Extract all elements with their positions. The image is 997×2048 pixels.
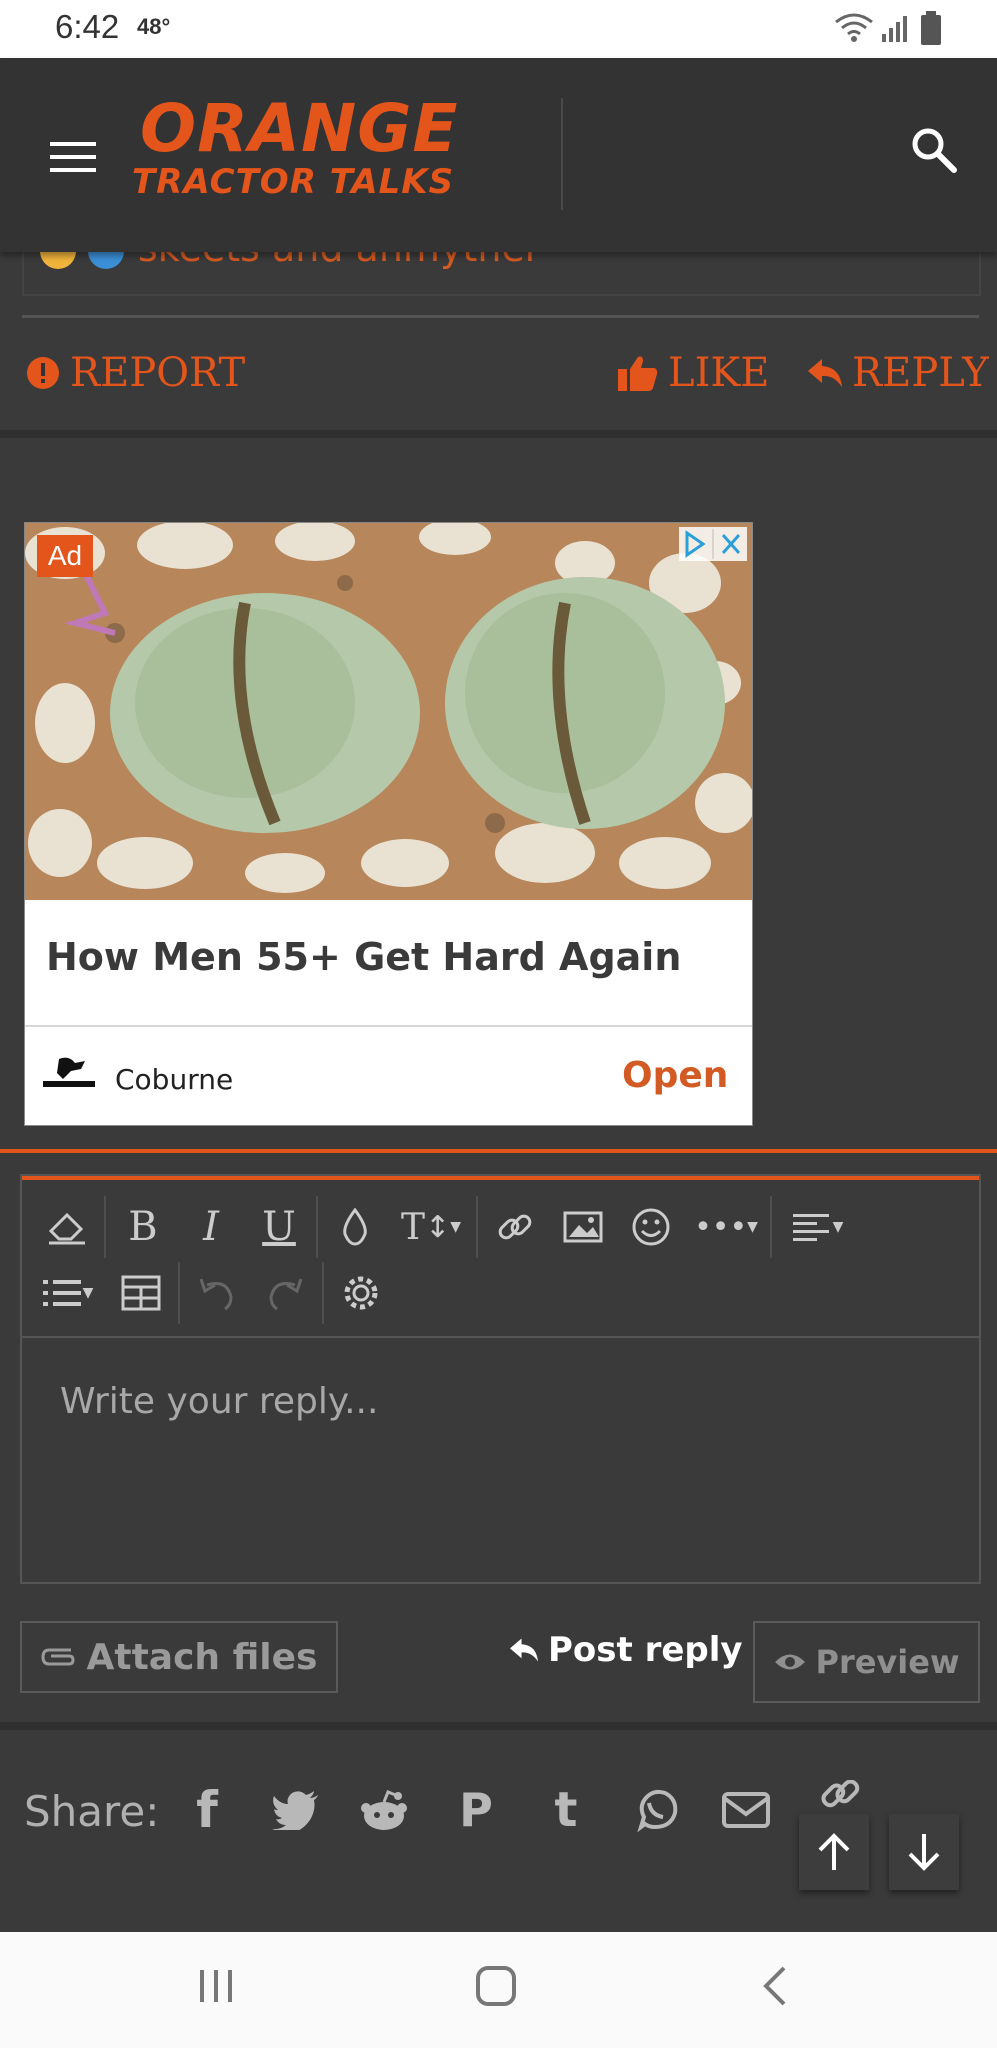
twitter-icon[interactable] [272, 1786, 320, 1834]
site-logo-tractor-talks[interactable]: TRACTOR TALKS [132, 162, 454, 202]
attach-files-label: Attach files [86, 1636, 318, 1678]
scroll-to-top-button[interactable] [799, 1814, 869, 1890]
system-nav-bar [0, 1932, 997, 2048]
reply-arrow-icon [808, 359, 842, 387]
site-header: ORANGE TRACTOR TALKS [0, 58, 997, 252]
smiley-icon[interactable] [620, 1196, 682, 1258]
eye-icon [775, 1654, 806, 1670]
preview-label: Preview [815, 1643, 960, 1681]
paperclip-icon [41, 1648, 75, 1666]
reply-textarea[interactable]: Write your reply... [60, 1381, 378, 1422]
reply-label: REPLY [852, 350, 989, 396]
text-color-icon[interactable] [324, 1196, 386, 1258]
list-icon[interactable]: ▼ [32, 1262, 104, 1324]
thumbs-up-icon [618, 356, 658, 391]
toolbar-separator [476, 1196, 478, 1258]
section-separator [0, 1722, 997, 1730]
preview-button[interactable]: Preview [753, 1621, 980, 1703]
ad-divider [25, 1025, 752, 1027]
arrow-down-icon [908, 1834, 940, 1871]
eraser-icon[interactable] [36, 1196, 98, 1258]
image-icon[interactable] [552, 1196, 614, 1258]
adchoices-icon[interactable] [679, 527, 747, 561]
status-bar: 6:42 48° [0, 0, 997, 58]
report-button[interactable]: REPORT [26, 350, 245, 396]
tumblr-icon[interactable]: t [542, 1782, 590, 1838]
arrow-up-icon [818, 1833, 850, 1870]
ad-title[interactable]: How Men 55+ Get Hard Again [46, 935, 681, 979]
editor-toolbar-row-1: B I U T ↕ ▼ ••• ▼ ▼ [36, 1196, 858, 1258]
ad-badge: Ad [37, 535, 93, 577]
ad-brand-name: Coburne [115, 1063, 234, 1096]
like-button[interactable]: LIKE [618, 350, 769, 396]
link-icon[interactable] [484, 1196, 546, 1258]
scroll-to-bottom-button[interactable] [889, 1814, 959, 1890]
header-divider [561, 98, 563, 210]
editor-toolbar-divider [22, 1336, 979, 1338]
whatsapp-icon[interactable] [632, 1786, 680, 1834]
italic-icon[interactable]: I [180, 1196, 242, 1258]
email-icon[interactable] [722, 1786, 770, 1834]
settings-icon[interactable] [330, 1262, 392, 1324]
underline-icon[interactable]: U [248, 1196, 310, 1258]
table-icon[interactable] [110, 1262, 172, 1324]
post-reply-label: Post reply [548, 1630, 743, 1670]
facebook-icon[interactable]: f [183, 1781, 231, 1839]
search-icon[interactable] [910, 126, 958, 174]
report-label: REPORT [70, 350, 246, 396]
wifi-icon [835, 13, 873, 42]
editor-top-rule [0, 1149, 997, 1153]
reddit-icon[interactable] [360, 1786, 408, 1834]
reply-button[interactable]: REPLY [808, 350, 989, 396]
recent-apps-icon[interactable] [196, 1966, 236, 2006]
brand-logo-icon [43, 1057, 95, 1087]
toolbar-separator [178, 1262, 180, 1324]
redo-icon[interactable] [254, 1262, 316, 1324]
reply-arrow-icon [510, 1638, 538, 1662]
more-icon[interactable]: ••• ▼ [688, 1196, 764, 1258]
section-separator [0, 430, 997, 438]
editor-toolbar-row-2: ▼ [32, 1262, 392, 1324]
share-label: Share: [24, 1787, 160, 1836]
editor-accent-bar [22, 1176, 979, 1180]
link-icon[interactable] [816, 1780, 864, 1810]
home-icon[interactable] [474, 1964, 518, 2008]
undo-icon[interactable] [186, 1262, 248, 1324]
status-time: 6:42 [55, 8, 120, 45]
font-size-icon[interactable]: T ↕ ▼ [392, 1196, 470, 1258]
back-icon[interactable] [760, 1964, 790, 2008]
hamburger-menu-icon[interactable] [50, 140, 96, 174]
post-divider [22, 315, 979, 318]
alert-icon [27, 357, 59, 389]
site-logo-orange[interactable]: ORANGE [140, 90, 459, 167]
toolbar-separator [316, 1196, 318, 1258]
advertisement[interactable]: Ad How Men 55+ Get Hard Again Coburne Op… [24, 522, 753, 1126]
toolbar-separator [322, 1262, 324, 1324]
pinterest-icon[interactable]: P [452, 1783, 500, 1837]
toolbar-separator [104, 1196, 106, 1258]
signal-icon [882, 16, 907, 42]
align-icon[interactable]: ▼ [778, 1196, 858, 1258]
status-temperature: 48° [137, 14, 171, 39]
post-reply-button[interactable]: Post reply [510, 1630, 743, 1670]
ad-image[interactable] [25, 523, 752, 900]
attach-files-button[interactable]: Attach files [20, 1621, 338, 1693]
reply-editor: B I U T ↕ ▼ ••• ▼ ▼ ▼ Write your reply..… [20, 1174, 981, 1584]
ad-open-button[interactable]: Open [622, 1055, 728, 1096]
bold-icon[interactable]: B [112, 1196, 174, 1258]
toolbar-separator [770, 1196, 772, 1258]
battery-icon [921, 11, 941, 45]
like-label: LIKE [668, 350, 770, 396]
